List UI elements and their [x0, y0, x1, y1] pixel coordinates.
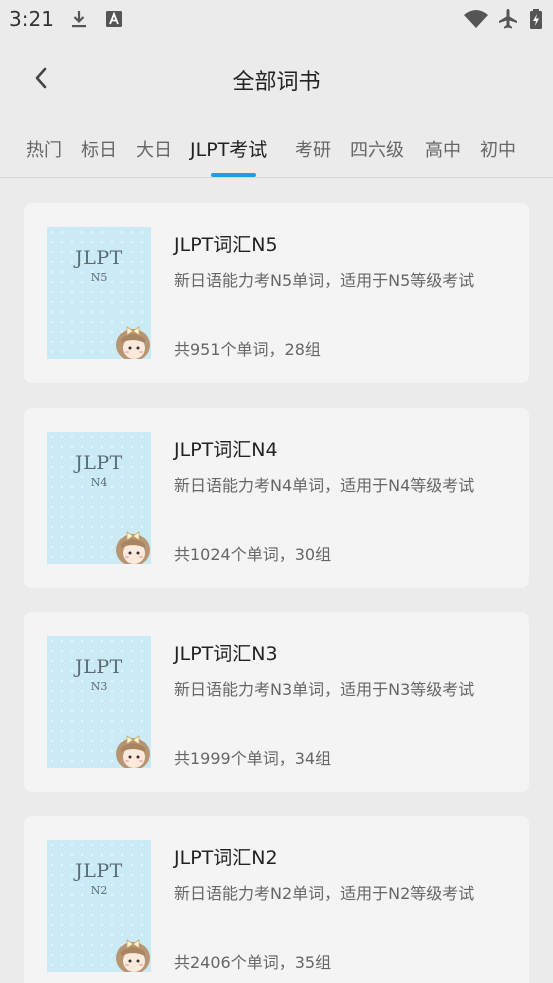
- airplane-icon: [499, 9, 517, 29]
- cover-title: JLPT: [75, 860, 123, 882]
- book-card-n3[interactable]: JLPT N3 JLPT词汇N3 新日语能力考N3单词，适用于N3等级考试 共1…: [24, 612, 529, 792]
- tab-hot[interactable]: 热门: [26, 136, 62, 162]
- book-title: JLPT词汇N4: [174, 439, 278, 461]
- cover-title: JLPT: [75, 656, 123, 678]
- status-bar: 3:21: [0, 0, 553, 40]
- status-time: 3:21: [9, 7, 54, 31]
- book-cover: JLPT N5: [47, 227, 151, 359]
- girl-mascot-icon: [116, 735, 150, 768]
- book-cover: JLPT N2: [47, 840, 151, 972]
- book-title: JLPT词汇N5: [174, 234, 278, 256]
- tab-dari[interactable]: 大日: [136, 136, 172, 162]
- screen: 3:21 全部词书 热门 标日 大日 JLPT考试 考研 四六级 高中 初中 J…: [0, 0, 553, 983]
- book-stats: 共1999个单词，34组: [174, 749, 332, 768]
- book-description: 新日语能力考N4单词，适用于N4等级考试: [174, 476, 475, 495]
- page-title: 全部词书: [232, 70, 321, 95]
- tab-jlpt[interactable]: JLPT考试: [190, 135, 267, 162]
- book-card-n5[interactable]: JLPT N5 JLPT词汇N5 新日语能力考N5单词，适用于N5等级考试 共9…: [24, 203, 529, 383]
- tab-gaozhong[interactable]: 高中: [425, 136, 461, 162]
- book-stats: 共951个单词，28组: [174, 340, 321, 359]
- battery-charging-icon: [530, 9, 542, 29]
- cover-level: N3: [90, 680, 108, 693]
- book-card-n2[interactable]: JLPT N2 JLPT词汇N2 新日语能力考N2单词，适用于N2等级考试 共2…: [24, 816, 529, 983]
- book-stats: 共2406个单词，35组: [174, 953, 332, 972]
- cover-level: N5: [90, 271, 108, 284]
- category-tabs: 热门 标日 大日 JLPT考试 考研 四六级 高中 初中: [0, 120, 553, 178]
- notification-a-icon: [106, 11, 122, 27]
- book-description: 新日语能力考N5单词，适用于N5等级考试: [174, 271, 475, 290]
- book-cover: JLPT N3: [47, 636, 151, 768]
- book-cover: JLPT N4: [47, 432, 151, 564]
- cover-title: JLPT: [75, 452, 123, 474]
- book-description: 新日语能力考N3单词，适用于N3等级考试: [174, 680, 475, 699]
- cover-level: N2: [90, 884, 108, 897]
- girl-mascot-icon: [116, 326, 150, 359]
- tab-biaori[interactable]: 标日: [81, 136, 117, 162]
- book-card-n4[interactable]: JLPT N4 JLPT词汇N4 新日语能力考N4单词，适用于N4等级考试 共1…: [24, 408, 529, 588]
- header: 全部词书: [0, 40, 553, 120]
- girl-mascot-icon: [116, 531, 150, 564]
- cover-level: N4: [90, 476, 108, 489]
- wifi-icon: [464, 10, 488, 28]
- download-icon: [72, 11, 86, 28]
- book-stats: 共1024个单词，30组: [174, 545, 332, 564]
- girl-mascot-icon: [116, 939, 150, 972]
- active-tab-indicator: [211, 173, 256, 177]
- cover-title: JLPT: [75, 247, 123, 269]
- tab-chuzhong[interactable]: 初中: [480, 136, 516, 162]
- book-title: JLPT词汇N3: [174, 643, 278, 665]
- tab-kaoyan[interactable]: 考研: [295, 136, 331, 162]
- book-title: JLPT词汇N2: [174, 847, 278, 869]
- tab-cet[interactable]: 四六级: [350, 136, 404, 162]
- book-description: 新日语能力考N2单词，适用于N2等级考试: [174, 884, 475, 903]
